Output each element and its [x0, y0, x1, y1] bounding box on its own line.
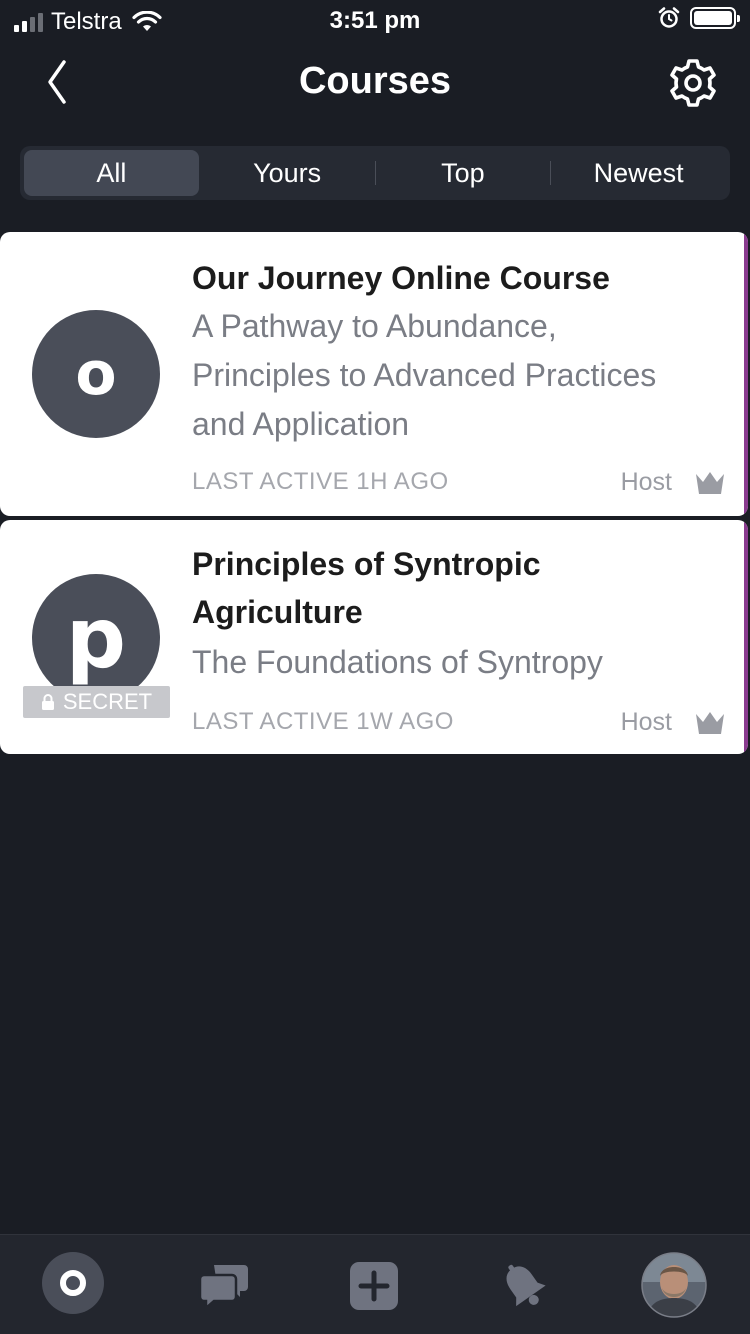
tab-all[interactable]: All: [24, 150, 199, 196]
crown-icon: [696, 472, 724, 494]
secret-badge: SECRET: [23, 686, 170, 718]
card-accent-bar: [744, 520, 748, 754]
lock-icon: [41, 694, 54, 710]
tab-notifications[interactable]: [491, 1253, 557, 1319]
plus-square-icon: [350, 1262, 398, 1310]
course-title-line: Principles of Syntropic: [192, 546, 541, 582]
alarm-icon: [658, 7, 680, 28]
course-filter-tabs: All Yours Top Newest: [20, 146, 730, 200]
tab-profile[interactable]: [641, 1252, 707, 1318]
role-label: Host: [620, 708, 672, 736]
last-active-text: LAST ACTIVE 1W AGO: [192, 708, 454, 735]
tab-yours[interactable]: Yours: [200, 150, 375, 196]
settings-button[interactable]: [666, 56, 720, 110]
course-card[interactable]: p SECRET Principles of Syntropic Agricul…: [0, 520, 748, 754]
secret-label: SECRET: [62, 689, 153, 714]
tab-newest[interactable]: Newest: [551, 150, 726, 196]
course-title: Our Journey Online Course: [192, 260, 610, 296]
page-title: Courses: [298, 60, 452, 102]
tab-create[interactable]: [341, 1253, 407, 1319]
tab-messages[interactable]: [191, 1253, 257, 1319]
crown-icon: [696, 712, 724, 734]
profile-avatar: [641, 1252, 707, 1318]
last-active-text: LAST ACTIVE 1H AGO: [192, 468, 449, 495]
gear-icon: [670, 59, 716, 107]
tab-home[interactable]: [41, 1251, 105, 1315]
card-accent-bar: [744, 232, 748, 516]
course-avatar: o: [32, 310, 160, 438]
battery-icon: [690, 7, 740, 29]
status-bar: Telstra 3:51 pm: [0, 0, 750, 40]
status-time: 3:51 pm: [329, 7, 421, 34]
course-avatar: p: [32, 574, 160, 702]
tab-top[interactable]: Top: [376, 150, 551, 196]
course-title-line: Agriculture: [192, 594, 363, 630]
course-subtitle-line: Principles to Advanced Practices: [192, 357, 657, 393]
course-subtitle-line: and Application: [192, 406, 410, 442]
community-logo-icon: [42, 1252, 104, 1314]
course-card[interactable]: o Our Journey Online Course A Pathway to…: [0, 232, 748, 516]
navigation-bar: Courses: [0, 44, 750, 124]
course-subtitle-line: A Pathway to Abundance,: [192, 308, 557, 344]
bell-icon: [506, 1264, 546, 1307]
course-subtitle: The Foundations of Syntropy: [192, 644, 603, 680]
bottom-tab-bar: [0, 1234, 750, 1334]
chat-bubbles-icon: [198, 1265, 248, 1311]
role-label: Host: [620, 468, 672, 496]
